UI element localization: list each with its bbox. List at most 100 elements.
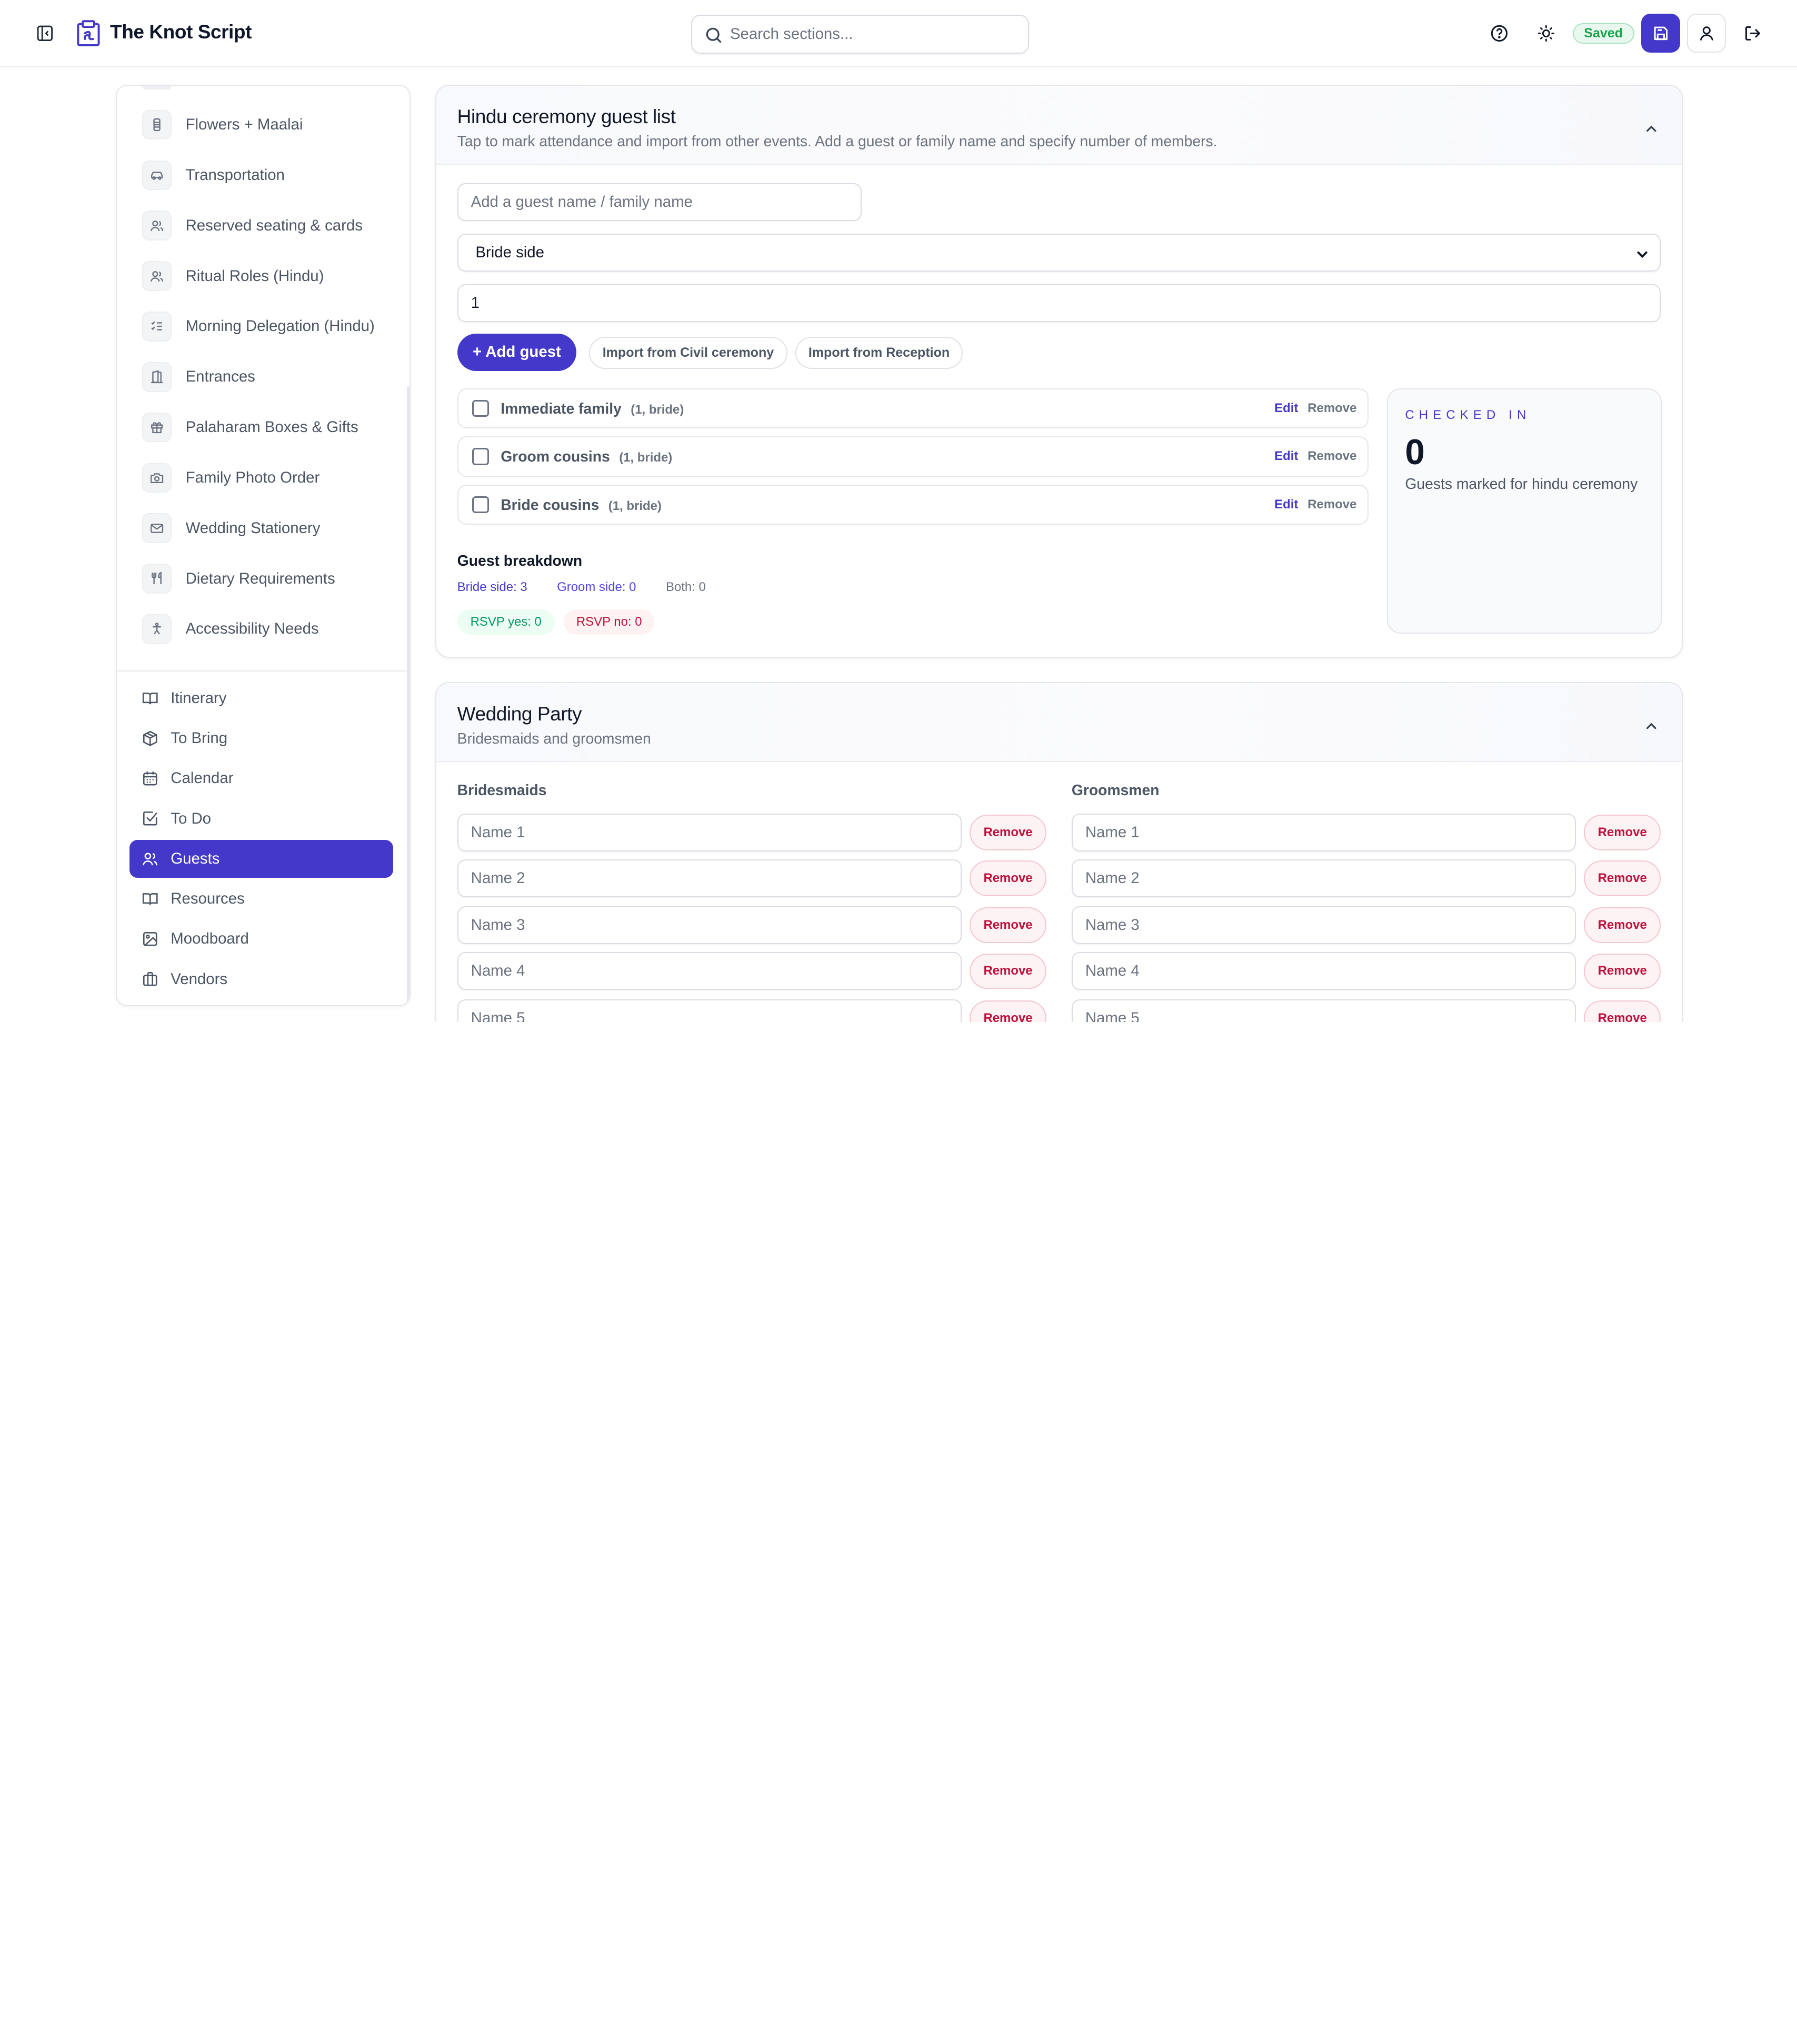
groomsman-name-input[interactable]	[1071, 859, 1576, 897]
sidebar-subitem-morning-delegation[interactable]: Morning Delegation (Hindu)	[142, 309, 375, 344]
groomsman-name-input[interactable]	[1071, 999, 1576, 1023]
sidebar-item-moodboard[interactable]: Moodboard	[129, 920, 393, 958]
remove-bridesmaid-button[interactable]: Remove	[970, 815, 1046, 850]
sidebar-item-itinerary[interactable]: Itinerary	[129, 679, 393, 717]
save-button[interactable]	[1641, 14, 1681, 53]
book-open-icon	[142, 893, 158, 905]
list-checks-icon	[142, 312, 172, 342]
bridesmaid-name-input[interactable]	[457, 999, 962, 1023]
edit-guest-button[interactable]: Edit	[1274, 497, 1298, 512]
remove-bridesmaid-button[interactable]: Remove	[970, 1000, 1046, 1023]
wedding-party-header[interactable]: Wedding Party Bridesmaids and groomsmen	[436, 683, 1682, 762]
remove-groomsman-button[interactable]: Remove	[1584, 860, 1661, 896]
image-icon	[143, 932, 157, 946]
sidebar-divider	[116, 670, 407, 672]
sidebar-item-guests[interactable]: Guests	[129, 840, 393, 878]
checked-in-description: Guests marked for hindu ceremony	[1405, 475, 1638, 493]
remove-groomsman-button[interactable]: Remove	[1584, 953, 1661, 989]
book-open-icon	[142, 692, 158, 705]
sidebar-subitem-seating[interactable]: Reserved seating & cards	[142, 208, 363, 243]
help-icon[interactable]	[1486, 21, 1512, 46]
sidebar-subitem-ritual-roles[interactable]: Ritual Roles (Hindu)	[142, 259, 324, 293]
app-name: The Knot Script	[110, 21, 252, 43]
groomsman-name-input[interactable]	[1071, 813, 1576, 851]
bridesmaid-name-input[interactable]	[457, 952, 962, 990]
sidebar-subitem-label: Morning Delegation (Hindu)	[185, 317, 375, 335]
wedding-party-subtitle: Bridesmaids and groomsmen	[457, 729, 651, 747]
sidebar-subitem-flowers[interactable]: Flowers + Maalai	[142, 108, 303, 142]
edit-guest-button[interactable]: Edit	[1274, 449, 1298, 464]
remove-groomsman-button[interactable]: Remove	[1584, 1000, 1661, 1023]
users-icon	[142, 853, 158, 866]
remove-guest-button[interactable]: Remove	[1307, 497, 1356, 512]
sidebar-item-to-do[interactable]: To Do	[129, 800, 393, 838]
guest-row[interactable]: Bride cousins (1, bride) Edit Remove	[457, 484, 1369, 525]
sidebar-subitem-palaharam[interactable]: Palaharam Boxes & Gifts	[142, 410, 358, 444]
search-input[interactable]	[730, 16, 1017, 53]
sidebar-subitem-label: Transportation	[185, 166, 285, 184]
utensils-icon	[142, 564, 172, 594]
attendance-checkbox[interactable]	[472, 399, 490, 417]
guest-side-select[interactable]: Bride side	[457, 234, 1661, 272]
sidebar-subitem-photo-order[interactable]: Family Photo Order	[142, 460, 320, 495]
edit-guest-button[interactable]: Edit	[1274, 401, 1298, 416]
sidebar-subitem-label: Ritual Roles (Hindu)	[185, 267, 324, 285]
import-reception-button[interactable]: Import from Reception	[795, 337, 963, 369]
guest-name: Groom cousins	[501, 448, 610, 465]
calendar-icon	[143, 771, 157, 786]
sidebar-item-label: Calendar	[171, 769, 234, 787]
sidebar-item-label: Guests	[171, 849, 220, 867]
logout-icon[interactable]	[1740, 21, 1765, 46]
sidebar: Flowers + Maalai Transportation Reserved…	[115, 85, 411, 1006]
search-icon	[705, 26, 723, 45]
remove-bridesmaid-button[interactable]: Remove	[970, 860, 1046, 896]
sidebar-subitem-dietary[interactable]: Dietary Requirements	[142, 562, 335, 596]
both-side-count: Both: 0	[666, 579, 706, 594]
attendance-checkbox[interactable]	[472, 448, 490, 465]
sidebar-subitem-entrances[interactable]: Entrances	[142, 360, 255, 394]
bridesmaid-name-input[interactable]	[457, 813, 962, 851]
users-icon	[142, 211, 172, 241]
guest-name: Immediate family	[501, 399, 622, 417]
bridesmaid-name-input[interactable]	[457, 906, 962, 945]
app-root: The Knot Script Search sections... Saved…	[0, 0, 1797, 1023]
groomsman-name-input[interactable]	[1071, 952, 1576, 990]
remove-bridesmaid-button[interactable]: Remove	[970, 907, 1046, 943]
sidebar-item-label: To Bring	[171, 729, 228, 747]
sidebar-subitem-accessibility[interactable]: Accessibility Needs	[142, 612, 319, 646]
car-icon	[142, 160, 172, 191]
groom-side-count: Groom side: 0	[557, 579, 636, 594]
remove-groomsman-button[interactable]: Remove	[1584, 907, 1661, 943]
sidebar-subitem-transportation[interactable]: Transportation	[142, 158, 285, 192]
sidebar-scrollbar[interactable]	[406, 386, 410, 1005]
sidebar-item-resources[interactable]: Resources	[129, 880, 393, 918]
import-civil-button[interactable]: Import from Civil ceremony	[589, 337, 787, 369]
guest-row[interactable]: Groom cousins (1, bride) Edit Remove	[457, 436, 1369, 477]
guest-list-header[interactable]: Hindu ceremony guest list Tap to mark at…	[436, 86, 1682, 165]
chevron-up-icon[interactable]	[1643, 717, 1659, 733]
user-profile-button[interactable]	[1687, 14, 1726, 53]
add-guest-button[interactable]: + Add guest	[457, 333, 577, 372]
remove-guest-button[interactable]: Remove	[1307, 401, 1356, 416]
remove-bridesmaid-button[interactable]: Remove	[970, 953, 1046, 989]
brand-logo-icon	[76, 19, 101, 47]
search-box[interactable]	[691, 15, 1030, 54]
guest-row[interactable]: Immediate family (1, bride) Edit Remove	[457, 388, 1369, 429]
attendance-checkbox[interactable]	[472, 496, 490, 514]
sidebar-item-vendors[interactable]: Vendors	[129, 960, 393, 998]
sun-icon[interactable]	[1534, 21, 1559, 46]
guest-meta: (1, bride)	[608, 498, 662, 513]
sidebar-item-calendar[interactable]: Calendar	[129, 760, 393, 798]
guest-name-input[interactable]	[457, 183, 862, 222]
briefcase-icon	[143, 972, 157, 986]
remove-groomsman-button[interactable]: Remove	[1584, 815, 1661, 850]
groomsman-name-input[interactable]	[1071, 906, 1576, 945]
guest-members-input[interactable]	[457, 284, 1661, 322]
chevron-up-icon[interactable]	[1643, 120, 1659, 136]
sidebar-item-to-bring[interactable]: To Bring	[129, 719, 393, 757]
bridesmaid-name-input[interactable]	[457, 859, 962, 897]
sidebar-item-label: Vendors	[171, 970, 228, 988]
remove-guest-button[interactable]: Remove	[1307, 449, 1356, 464]
sidebar-subitem-stationery[interactable]: Wedding Stationery	[142, 511, 320, 545]
sidebar-toggle-icon[interactable]	[33, 22, 56, 45]
